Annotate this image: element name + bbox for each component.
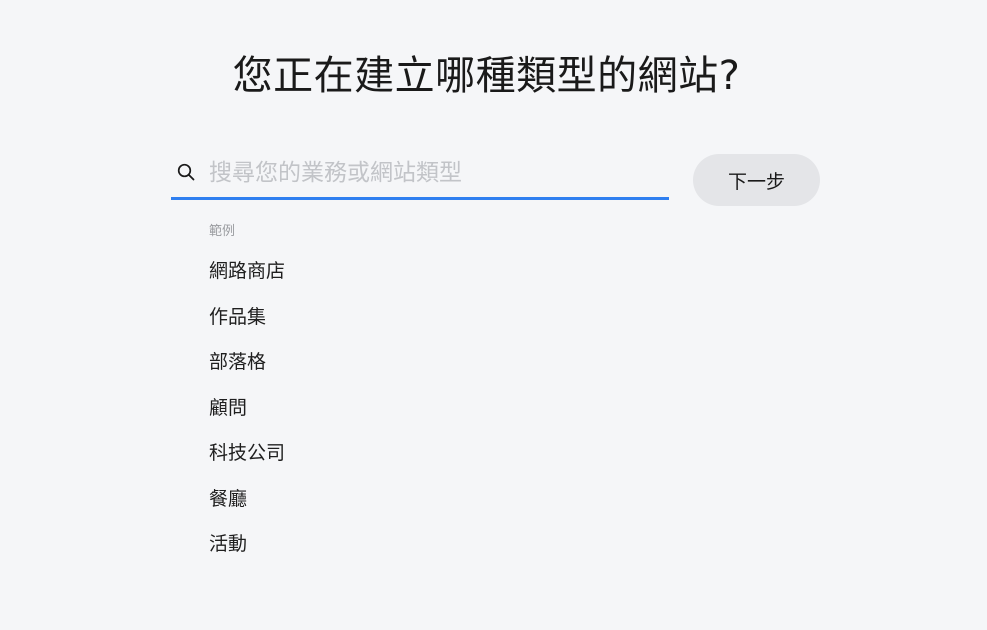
example-item-consultant[interactable]: 顧問 [209,394,285,440]
example-item-portfolio[interactable]: 作品集 [209,303,285,349]
next-step-button[interactable]: 下一步 [693,154,820,206]
examples-label: 範例 [209,224,236,239]
page: 您正在建立哪種類型的網站? 下一步 範例 網路商店 作品集 部落格 顧問 科技公… [0,0,987,630]
example-item-restaurant[interactable]: 餐廳 [209,485,285,531]
search-input[interactable] [209,154,659,192]
example-list: 網路商店 作品集 部落格 顧問 科技公司 餐廳 活動 [209,257,285,576]
example-item-blog[interactable]: 部落格 [209,348,285,394]
page-title: 您正在建立哪種類型的網站? [232,53,741,99]
example-item-event[interactable]: 活動 [209,530,285,576]
example-item-tech-company[interactable]: 科技公司 [209,439,285,485]
search-icon [177,163,195,181]
search-bar[interactable] [171,148,669,200]
example-item-online-store[interactable]: 網路商店 [209,257,285,303]
